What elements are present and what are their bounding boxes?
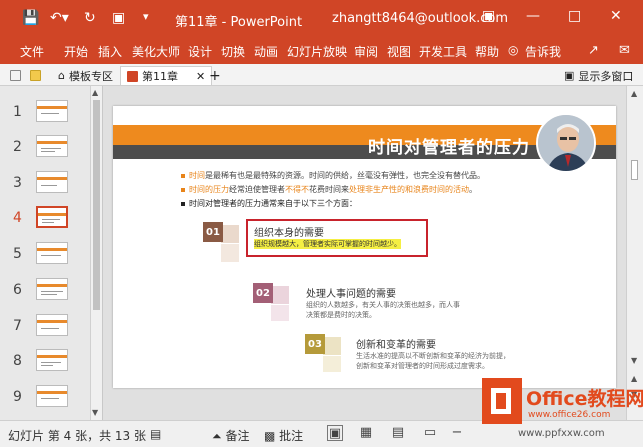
tab-developer[interactable]: 开发工具	[419, 43, 467, 60]
scrollbar-thumb[interactable]	[93, 100, 100, 310]
folder-icon[interactable]	[24, 66, 47, 85]
tab-file[interactable]: 文件	[20, 43, 44, 60]
window-title: 第11章 - PowerPoint	[175, 15, 303, 30]
add-tab-icon[interactable]: +	[203, 66, 227, 85]
item-number-01: 01	[203, 222, 223, 242]
thumbnail-6[interactable]: 6	[0, 278, 88, 304]
tab-template-label: 模板专区	[68, 69, 113, 83]
thumbnail-7[interactable]: 7	[0, 314, 88, 340]
scroll-up-icon[interactable]: ▲	[631, 89, 637, 98]
thumbnail-2[interactable]: 2	[0, 135, 88, 161]
accessibility-icon[interactable]: ▤	[150, 427, 161, 441]
document-tab-bar: ⌂ 模板专区 第11章 ✕ + ▣ 显示多窗口	[0, 64, 643, 86]
notes-button[interactable]: ⏶ 备注	[212, 427, 249, 444]
item-desc-3b[interactable]: 创新和变革对管理者的时间形成过度需求。	[356, 361, 489, 371]
redo-icon[interactable]: ↻	[84, 10, 96, 26]
tab-design[interactable]: 设计	[188, 43, 212, 60]
normal-view-icon[interactable]: ▣	[327, 425, 343, 441]
minimize-icon[interactable]: —	[526, 8, 540, 24]
show-multi-window[interactable]: ▣ 显示多窗口	[558, 66, 639, 85]
thumbnail-1[interactable]: 1	[0, 100, 88, 126]
slide-scrollbar[interactable]: ▲ ▼ ▲ ▼	[626, 86, 643, 420]
bullet-2[interactable]: 时间的压力经常迫使管理者不得不花费时间来处理非生产性的和浪费时间的活动。	[181, 184, 477, 195]
title-bar: 💾 ↶▾ ↻ ▣ ▾ 第11章 - PowerPoint zhangtt8464…	[0, 0, 643, 38]
scroll-down-icon[interactable]: ▼	[92, 408, 98, 417]
save-icon[interactable]: 💾	[22, 10, 39, 26]
maximize-icon[interactable]: □	[568, 8, 581, 24]
tab-slideshow[interactable]: 幻灯片放映	[287, 43, 347, 60]
item-title-1[interactable]: 组织本身的需要	[254, 224, 324, 239]
tab-review[interactable]: 审阅	[354, 43, 378, 60]
comments-button[interactable]: ▩ 批注	[264, 427, 303, 444]
item-desc-3a[interactable]: 生活水准的提高以不断创新和变革的经济为前提，	[356, 351, 510, 361]
slide-counter: 幻灯片 第 4 张，共 13 张	[8, 429, 146, 443]
thumbnail-8[interactable]: 8	[0, 349, 88, 375]
slide-sorter-icon[interactable]: ▦	[358, 425, 374, 441]
item-desc-2a[interactable]: 组织的人数越多，有关人事的决策也越多，而人事	[306, 300, 460, 310]
item-title-2[interactable]: 处理人事问题的需要	[306, 285, 396, 300]
thumbnail-4-selected[interactable]: 4	[0, 206, 88, 232]
ribbon-tabs: 文件 开始 插入 美化大师 设计 切换 动画 幻灯片放映 审阅 视图 开发工具 …	[0, 38, 643, 64]
thumbnail-5[interactable]: 5	[0, 242, 88, 268]
bullet-3[interactable]: 时间对管理者的压力通常来自于以下三个方面：	[181, 198, 357, 209]
tab-home[interactable]: 开始	[64, 43, 88, 60]
lightbulb-icon: ◎	[508, 43, 519, 57]
tab-chapter11[interactable]: 第11章 ✕	[120, 66, 213, 85]
ppt-icon	[127, 70, 138, 82]
item-title-3[interactable]: 创新和变革的需要	[356, 336, 436, 351]
logo-brand-text: Office教程网	[526, 388, 643, 410]
tab-animations[interactable]: 动画	[254, 43, 278, 60]
tab-help[interactable]: 帮助	[475, 43, 499, 60]
thumbnail-scrollbar[interactable]: ▲ ▼	[90, 86, 102, 420]
item-number-03: 03	[305, 334, 325, 354]
reading-view-icon[interactable]: ▤	[390, 425, 406, 441]
notes-icon: ⏶	[212, 429, 222, 443]
tab-transitions[interactable]: 切换	[221, 43, 245, 60]
office-logo-watermark: Office教程网 www.office26.com www.ppfxxw.co…	[482, 372, 643, 442]
home-icon: ⌂	[58, 69, 65, 82]
comment-icon: ▩	[264, 429, 276, 443]
tab-template-zone[interactable]: ⌂ 模板专区	[52, 66, 119, 85]
zoom-out-icon[interactable]: −	[449, 425, 465, 441]
thumbnail-9[interactable]: 9	[0, 385, 88, 411]
scroll-up-icon[interactable]: ▲	[92, 88, 98, 97]
tell-me-search[interactable]: 告诉我	[525, 43, 561, 60]
item-desc-1[interactable]: 组织规模越大，管理者实际可掌握的时间越少。	[254, 239, 401, 249]
item-desc-2b[interactable]: 决策都是费时的决策。	[306, 310, 376, 320]
portrait-photo[interactable]	[536, 113, 596, 173]
slide-canvas[interactable]: 时间对管理者的压力 时间是最稀有也是最特殊的资源。时间的供给，丝毫没有弹性，也完…	[113, 106, 616, 388]
comments-icon[interactable]: ✉	[619, 43, 630, 58]
ribbon-display-icon[interactable]: ▣	[482, 8, 495, 24]
show-multi-label: 显示多窗口	[578, 69, 634, 83]
bullet-1[interactable]: 时间是最稀有也是最特殊的资源。时间的供给，丝毫没有弹性，也完全没有替代品。	[181, 170, 485, 181]
share-icon[interactable]: ↗	[588, 43, 599, 58]
logo-site-text: www.ppfxxw.com	[518, 428, 605, 439]
slide-edit-area: 时间对管理者的压力 时间是最稀有也是最特殊的资源。时间的供给，丝毫没有弹性，也完…	[103, 86, 626, 420]
tab-beautify[interactable]: 美化大师	[132, 43, 180, 60]
slideshow-view-icon[interactable]: ▭	[422, 425, 438, 441]
customize-qa-icon[interactable]: ▾	[143, 10, 149, 23]
logo-url-text: www.office26.com	[528, 410, 611, 420]
thumbnail-3[interactable]: 3	[0, 171, 88, 197]
slide-title[interactable]: 时间对管理者的压力	[368, 133, 530, 158]
tab-view[interactable]: 视图	[387, 43, 411, 60]
undo-icon[interactable]: ↶▾	[50, 10, 69, 26]
tab-chapter11-label: 第11章	[142, 70, 178, 83]
scrollbar-thumb[interactable]	[631, 160, 638, 180]
tab-insert[interactable]: 插入	[98, 43, 122, 60]
slide-thumbnail-pane: 1 2 3 4 5 6 7 8 9 ▲ ▼	[0, 86, 103, 420]
scroll-down-icon[interactable]: ▼	[631, 356, 637, 365]
present-icon[interactable]: ▣	[112, 10, 125, 26]
close-icon[interactable]: ✕	[610, 8, 622, 24]
item-number-02: 02	[253, 283, 273, 303]
window-icon: ▣	[564, 69, 575, 82]
